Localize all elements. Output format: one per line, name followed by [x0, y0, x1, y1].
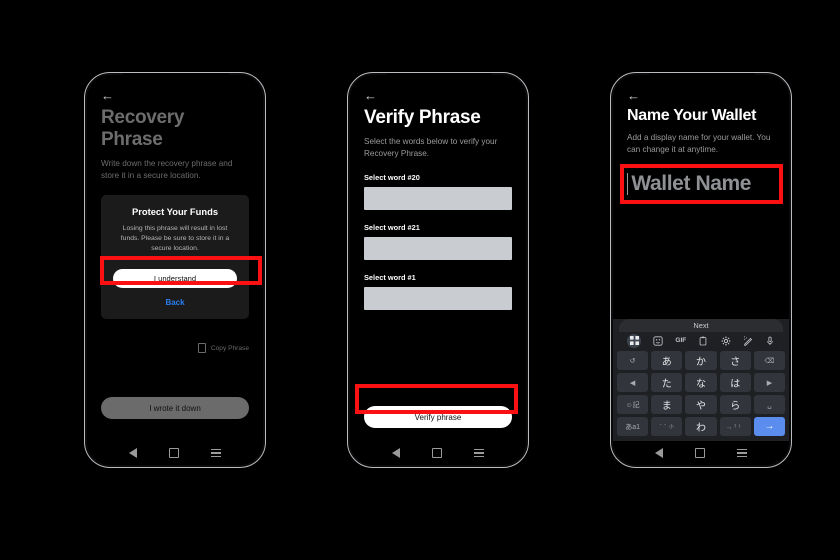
key-enter[interactable]: → [753, 417, 786, 436]
key-ha[interactable]: は [719, 373, 751, 392]
key-ma[interactable]: ま [651, 395, 683, 414]
clipboard-icon[interactable] [698, 336, 708, 346]
nav-recents-icon[interactable] [474, 448, 484, 458]
gif-icon[interactable]: GIF [675, 337, 686, 344]
keyboard-row: あa1 ゛゜小 わ 、。？！ → [617, 417, 786, 436]
page-subtitle: Write down the recovery phrase and store… [101, 159, 233, 180]
word-input-21[interactable] [364, 236, 512, 260]
key-sa[interactable]: さ [719, 351, 751, 370]
word-field-label: Select word #21 [364, 222, 420, 232]
nav-home-icon[interactable] [169, 448, 179, 458]
key-dakuten[interactable]: ゛゜小 [651, 417, 683, 436]
key-space[interactable]: ␣ [753, 395, 786, 414]
nav-home-icon[interactable] [432, 448, 442, 458]
keyboard-row: ↺ あ か さ ⌫ [617, 351, 786, 370]
page-title: Verify Phrase [364, 107, 481, 128]
key-ya[interactable]: や [685, 395, 717, 414]
nav-recents-icon[interactable] [737, 448, 747, 458]
keyboard-toolbar: GIF [613, 332, 789, 349]
settings-gear-icon[interactable] [721, 336, 731, 346]
back-arrow-icon[interactable]: ← [101, 88, 114, 103]
handwriting-icon[interactable] [743, 335, 753, 346]
annotation-i-understand [100, 256, 262, 285]
page-subtitle: Select the words below to verify your Re… [364, 137, 498, 158]
word-input-20[interactable] [364, 186, 512, 210]
key-ra[interactable]: ら [719, 395, 751, 414]
nav-recents-icon[interactable] [211, 448, 221, 458]
page-title: Recovery Phrase [101, 107, 185, 150]
nav-back-icon[interactable] [129, 448, 137, 458]
android-nav-bar [613, 441, 789, 465]
copy-phrase-label: Copy Phrase [210, 344, 249, 352]
keyboard-suggestion-next[interactable]: Next [619, 319, 783, 332]
keyboard-row: ☺記 ま や ら ␣ [617, 395, 786, 414]
back-button-row[interactable]: ← [101, 75, 249, 105]
word-input-1[interactable] [364, 286, 512, 310]
back-arrow-icon[interactable]: ← [364, 88, 377, 103]
key-a[interactable]: あ [651, 351, 683, 370]
screen-name-your-wallet: ← Name Your Wallet Add a display name fo… [613, 75, 789, 465]
android-nav-bar [87, 441, 263, 465]
japanese-keyboard: Next GIF ↺ あ か さ ⌫ ◀ た な は ▶ ☺記 ま や ら ␣ … [613, 319, 789, 441]
back-button-row[interactable]: ← [627, 75, 775, 105]
back-button-row[interactable]: ← [364, 75, 512, 105]
word-field-label: Select word #20 [364, 172, 420, 182]
copy-phrase-button[interactable]: Copy Phrase [197, 343, 249, 353]
nav-back-icon[interactable] [392, 448, 400, 458]
key-undo[interactable]: ↺ [617, 351, 649, 370]
phone-name-your-wallet: ← Name Your Wallet Add a display name fo… [610, 72, 792, 468]
key-ka[interactable]: か [685, 351, 717, 370]
sticker-icon[interactable] [653, 335, 663, 346]
keyboard-keys: ↺ あ か さ ⌫ ◀ た な は ▶ ☺記 ま や ら ␣ あa1 ゛゜小 わ… [613, 349, 789, 436]
word-field-group: Select word #1 [364, 273, 512, 310]
android-nav-bar [350, 441, 526, 465]
key-backspace[interactable]: ⌫ [753, 351, 786, 370]
annotation-verify-phrase [355, 384, 518, 414]
nav-back-icon[interactable] [655, 448, 663, 458]
key-cursor-right[interactable]: ▶ [753, 373, 786, 392]
i-wrote-it-down-button[interactable]: I wrote it down [101, 397, 249, 419]
copy-icon [197, 343, 206, 353]
nav-home-icon[interactable] [695, 448, 705, 458]
keyboard-row: ◀ た な は ▶ [617, 373, 786, 392]
word-field-group: Select word #21 [364, 223, 512, 260]
page-title: Name Your Wallet [627, 107, 757, 124]
word-field-label: Select word #1 [364, 272, 416, 282]
key-punctuation[interactable]: 、。？！ [719, 417, 751, 436]
screenshot-stage: ← Recovery Phrase Write down the recover… [0, 0, 840, 560]
key-input-mode[interactable]: あa1 [617, 417, 649, 436]
annotation-wallet-name [620, 164, 783, 204]
key-wa[interactable]: わ [685, 417, 717, 436]
apps-grid-icon[interactable] [627, 333, 642, 348]
key-cursor-left[interactable]: ◀ [617, 373, 649, 392]
word-field-group: Select word #20 [364, 173, 512, 210]
back-arrow-icon[interactable]: ← [627, 88, 640, 103]
dialog-title: Protect Your Funds [131, 206, 219, 217]
page-subtitle: Add a display name for your wallet. You … [627, 133, 771, 154]
microphone-icon[interactable] [765, 336, 775, 346]
key-emoji-symbols[interactable]: ☺記 [617, 395, 649, 414]
key-ta[interactable]: た [651, 373, 683, 392]
dialog-body: Losing this phrase will result in lost f… [120, 225, 230, 253]
back-link[interactable]: Back [113, 298, 237, 307]
key-na[interactable]: な [685, 373, 717, 392]
